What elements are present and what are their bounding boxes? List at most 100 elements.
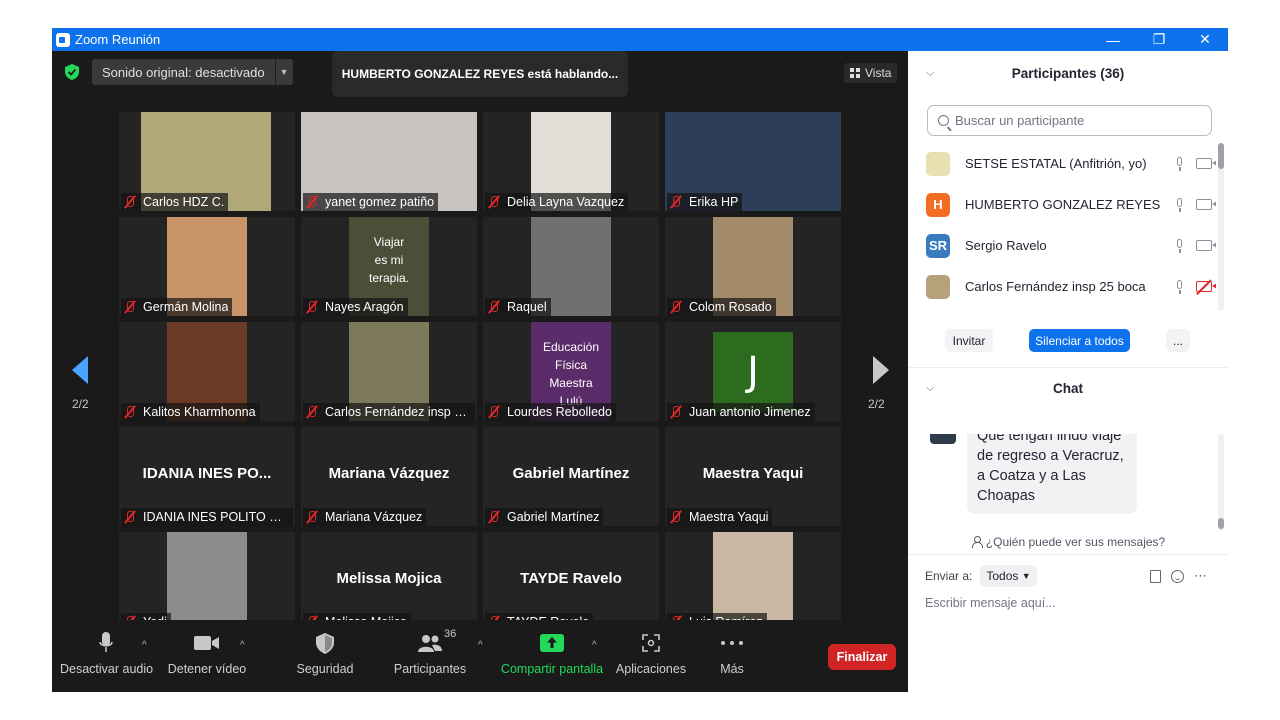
participant-row[interactable]: Carlos Fernández insp 25 boca	[926, 266, 1216, 307]
video-camera-icon[interactable]	[1196, 158, 1216, 169]
chat-scrollbar[interactable]	[1218, 434, 1224, 531]
video-tile[interactable]: IDANIA INES PO... IDANIA INES POLITO CHAN	[119, 427, 295, 526]
participant-list-name: Sergio Ravelo	[965, 238, 1047, 253]
mute-audio-button[interactable]: Desactivar audio	[60, 630, 153, 676]
video-options-caret-icon[interactable]: ^	[240, 640, 245, 651]
stop-video-button[interactable]: Detener vídeo	[167, 630, 247, 676]
next-page-arrow-icon[interactable]	[873, 356, 889, 384]
video-tile[interactable]: Kalitos Kharmhonna	[119, 322, 295, 421]
mute-all-button[interactable]: Silenciar a todos	[1029, 329, 1130, 352]
mic-muted-icon	[123, 300, 137, 314]
participant-name-label: Delia Layna Vazquez	[485, 193, 629, 211]
previous-page-arrow-icon[interactable]	[72, 356, 88, 384]
video-tile[interactable]: Erika HP	[665, 112, 841, 211]
end-meeting-button[interactable]: Finalizar	[828, 644, 896, 670]
microphone-icon[interactable]	[1175, 279, 1184, 294]
more-button[interactable]: Más	[708, 630, 756, 676]
microphone-icon[interactable]	[1175, 238, 1184, 253]
participant-name-label: Mariana Vázquez	[303, 508, 427, 526]
zoom-logo-icon	[56, 32, 70, 47]
participant-list-scrollbar[interactable]	[1218, 143, 1224, 311]
video-tile[interactable]: Gabriel Martínez Gabriel Martínez	[483, 427, 659, 526]
chevron-down-icon[interactable]: ⌵	[926, 382, 934, 395]
audio-options-caret-icon[interactable]: ^	[142, 640, 147, 651]
video-tile[interactable]: Mariana Vázquez Mariana Vázquez	[301, 427, 477, 526]
participants-more-button[interactable]: ...	[1166, 329, 1190, 352]
who-can-see-link[interactable]: ¿Quién puede ver sus mensajes?	[908, 535, 1228, 549]
chat-tools: ⋯	[1150, 568, 1207, 584]
video-tile[interactable]: Maestra Yaqui Maestra Yaqui	[665, 427, 841, 526]
encryption-shield-icon[interactable]	[65, 64, 79, 80]
close-button[interactable]: ✕	[1182, 28, 1228, 51]
file-icon[interactable]	[1150, 569, 1161, 583]
microphone-icon[interactable]	[1175, 156, 1184, 171]
share-screen-button[interactable]: Compartir pantalla	[500, 630, 604, 676]
participant-name: Juan antonio Jimenez	[689, 405, 811, 419]
view-label: Vista	[865, 66, 892, 80]
video-tile[interactable]: Viajar es mi terapia. Nayes Aragón	[301, 217, 477, 316]
who-can-see-text: ¿Quién puede ver sus mensajes?	[985, 535, 1166, 549]
participant-name-label: Nayes Aragón	[303, 298, 408, 316]
participants-count: 36	[444, 628, 457, 640]
apps-button[interactable]: Aplicaciones	[614, 630, 688, 676]
participant-row[interactable]: SR Sergio Ravelo	[926, 225, 1216, 266]
mic-muted-icon	[487, 300, 501, 314]
participants-caret-icon[interactable]: ^	[478, 640, 483, 651]
invite-button[interactable]: Invitar	[945, 329, 993, 352]
participant-name: Maestra Yaqui	[689, 510, 769, 524]
video-camera-icon[interactable]	[1196, 199, 1216, 210]
video-tile[interactable]: Educación Física Maestra Lulú Lourdes Rebol…	[483, 322, 659, 421]
participant-row[interactable]: H HUMBERTO GONZALEZ REYES	[926, 184, 1216, 225]
participant-name: Germán Molina	[143, 300, 229, 314]
video-tile[interactable]: Colom Rosado	[665, 217, 841, 316]
photo-caption: es mi	[374, 253, 404, 267]
participant-name-label: Raquel	[485, 298, 551, 316]
participant-display-name: IDANIA INES PO...	[142, 465, 272, 482]
chevron-down-icon[interactable]: ▼	[274, 59, 293, 85]
participant-display-name: Gabriel Martínez	[512, 465, 630, 482]
video-tile[interactable]: Carlos Fernández insp 25 boca	[301, 322, 477, 421]
photo-caption: Maestra	[549, 376, 593, 390]
microphone-icon[interactable]	[1175, 197, 1184, 212]
video-camera-icon[interactable]	[1196, 240, 1216, 251]
send-to-select[interactable]: Todos ▼	[980, 565, 1037, 587]
chevron-down-icon[interactable]: ⌵	[926, 67, 934, 80]
video-tile[interactable]: J Juan antonio Jimenez	[665, 322, 841, 421]
video-tile[interactable]: yanet gomez patiño	[301, 112, 477, 211]
participant-name: Raquel	[507, 300, 547, 314]
section-divider	[908, 554, 1228, 555]
photo-caption: Educación Física	[542, 340, 600, 372]
mic-muted-icon	[669, 510, 683, 524]
video-tile[interactable]: Delia Layna Vazquez	[483, 112, 659, 211]
video-tile[interactable]: Luis Ramírez	[665, 532, 841, 631]
participants-section-header[interactable]: ⌵ Participantes (36)	[908, 59, 1228, 87]
participants-button[interactable]: 36 Participantes	[392, 628, 468, 676]
original-sound-toggle[interactable]: Sonido original: desactivado ▼	[92, 59, 293, 85]
view-button[interactable]: Vista	[844, 63, 898, 83]
video-tile[interactable]: Yedi	[119, 532, 295, 631]
video-tile[interactable]: Melissa MojicaMelissa Mojica	[301, 532, 477, 631]
mic-muted-icon	[305, 405, 319, 419]
participant-row[interactable]: SETSE ESTATAL (Anfitrión, yo)	[926, 143, 1216, 184]
chat-section-header[interactable]: ⌵ Chat	[908, 374, 1228, 402]
avatar	[926, 274, 950, 299]
participant-name: Delia Layna Vazquez	[507, 195, 625, 209]
video-off-icon[interactable]	[1196, 281, 1216, 292]
participant-name-label: Kalitos Kharmhonna	[121, 403, 260, 421]
minimize-button[interactable]: —	[1090, 28, 1136, 51]
participant-search-input[interactable]: Buscar un participante	[927, 105, 1212, 136]
restore-button[interactable]: ❐	[1136, 28, 1182, 51]
video-tile[interactable]: Raquel	[483, 217, 659, 316]
share-options-caret-icon[interactable]: ^	[592, 640, 597, 651]
video-tile[interactable]: TAYDE RaveloTAYDE Ravelo	[483, 532, 659, 631]
chat-message-input[interactable]: Escribir mensaje aquí...	[925, 596, 1056, 610]
chat-more-icon[interactable]: ⋯	[1194, 568, 1207, 584]
video-tile[interactable]: Carlos HDZ C.	[119, 112, 295, 211]
security-button[interactable]: Seguridad	[292, 630, 358, 676]
video-tile[interactable]: Germán Molina	[119, 217, 295, 316]
participant-initial: J	[747, 349, 759, 395]
emoji-icon[interactable]	[1171, 569, 1184, 583]
participant-name: Colom Rosado	[689, 300, 772, 314]
participant-name: yanet gomez patiño	[325, 195, 435, 209]
avatar: J	[713, 332, 793, 412]
